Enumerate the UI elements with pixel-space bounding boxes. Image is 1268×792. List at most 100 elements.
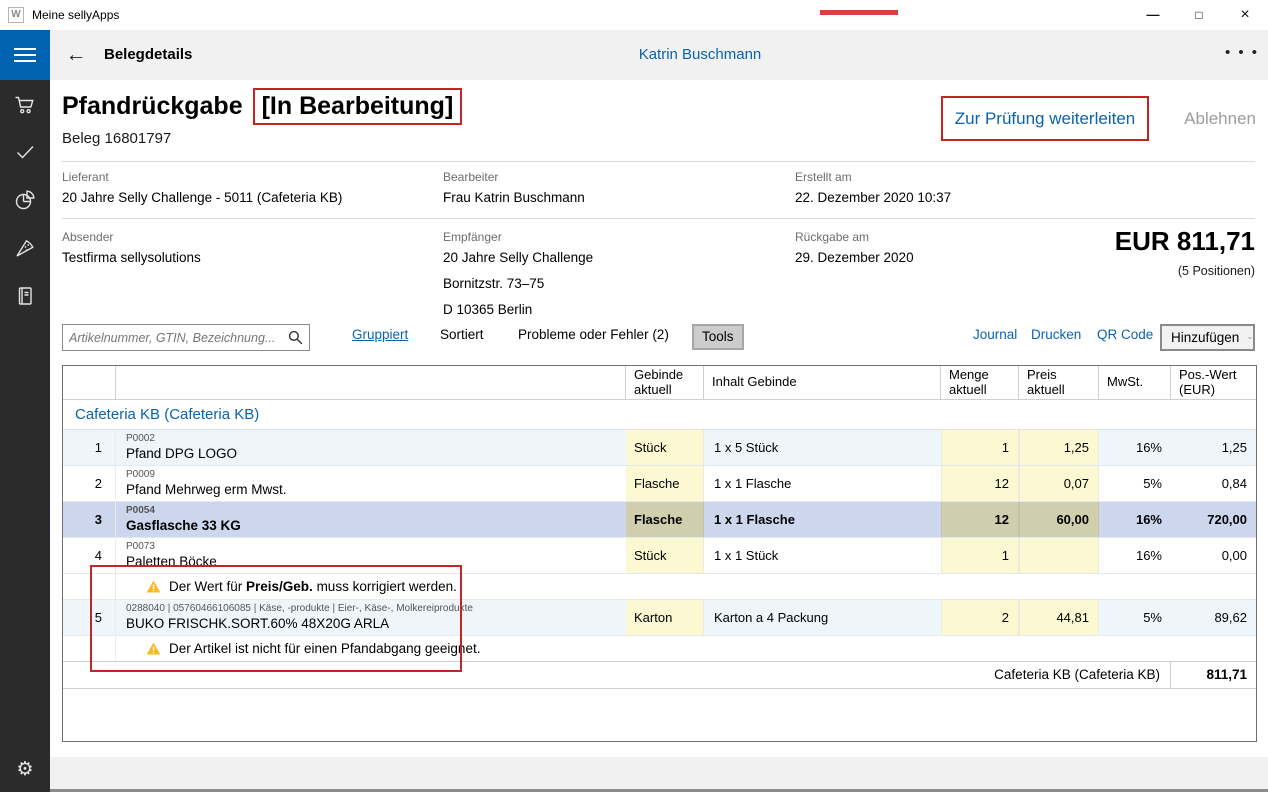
divider [62,161,1255,162]
reject-button[interactable]: Ablehnen [1170,96,1256,141]
book-icon[interactable] [13,284,37,308]
row-number: 4 [63,538,116,573]
article-code: 0288040 | 05760466106085 | Käse, -produk… [126,603,473,615]
page-title: Belegdetails [104,30,192,80]
table-row-selected[interactable]: 3 P0054 Gasflasche 33 KG Flasche 1 x 1 F… [63,502,1256,538]
inhalt-cell: 1 x 1 Stück [704,538,941,573]
mwst-cell: 5% [1099,466,1171,501]
app-window: W Meine sellyApps — □ × ← Belegdetails K… [0,0,1268,792]
header-gebinde[interactable]: Gebinde aktuell [626,366,704,400]
main-content: Pfandrückgabe [In Bearbeitung] Beleg 168… [50,80,1268,757]
gebinde-cell[interactable]: Karton [626,600,704,635]
article-name: Pfand Mehrweg erm Mwst. [126,481,287,498]
more-options-icon[interactable]: • • • [1224,30,1260,80]
minimize-button[interactable]: — [1130,0,1176,30]
search-icon[interactable] [286,328,305,347]
created-label: Erstellt am [795,170,852,184]
gebinde-cell[interactable]: Flasche [626,502,704,537]
tab-sortiert[interactable]: Sortiert [440,327,484,342]
tab-probleme-oder-fehler[interactable]: Probleme oder Fehler (2) [518,327,669,342]
tab-gruppiert[interactable]: Gruppiert [352,327,408,342]
header-rownum [63,366,116,400]
gear-icon[interactable]: ⚙ [0,758,50,780]
article-cell: P0054 Gasflasche 33 KG [116,502,626,537]
pizza-icon[interactable] [13,236,37,260]
user-name-link[interactable]: Katrin Buschmann [590,30,810,80]
mwst-cell: 16% [1099,538,1171,573]
nav-sidebar: ⚙ [0,80,50,792]
table-row[interactable]: 2 P0009 Pfand Mehrweg erm Mwst. Flasche … [63,466,1256,502]
document-title: Pfandrückgabe [62,92,243,121]
check-icon[interactable] [13,140,37,164]
mwst-cell: 16% [1099,430,1171,465]
gebinde-cell[interactable]: Stück [626,538,704,573]
footer-strip [50,757,1268,792]
gebinde-cell[interactable]: Stück [626,430,704,465]
preis-cell[interactable]: 60,00 [1019,502,1099,537]
supplier-value: 20 Jahre Selly Challenge - 5011 (Cafeter… [62,190,342,205]
header-mwst[interactable]: MwSt. [1099,366,1171,400]
article-name: BUKO FRISCHK.SORT.60% 48X20G ARLA [126,615,389,632]
inhalt-cell: 1 x 1 Flasche [704,466,941,501]
header-preis[interactable]: Preis aktuell [1019,366,1099,400]
table-row[interactable]: 1 P0002 Pfand DPG LOGO Stück 1 x 5 Stück… [63,430,1256,466]
forward-for-review-button[interactable]: Zur Prüfung weiterleiten [955,109,1135,129]
wert-cell: 0,84 [1171,466,1256,501]
title-bar: W Meine sellyApps — □ × [0,0,1268,30]
cart-icon[interactable] [13,93,37,117]
editor-label: Bearbeiter [443,170,498,184]
add-dropdown-button[interactable]: Hinzufügen [1160,324,1255,351]
inhalt-cell: Karton a 4 Packung [704,600,941,635]
journal-link[interactable]: Journal [973,327,1017,342]
warning-text: Der Artikel ist nicht für einen Pfandabg… [169,641,480,656]
tools-button[interactable]: Tools [692,324,744,350]
warning-row: Der Artikel ist nicht für einen Pfandabg… [63,636,1256,662]
header-menge[interactable]: Menge aktuell [941,366,1019,400]
document-number: Beleg 16801797 [62,130,171,147]
close-button[interactable]: × [1222,0,1268,30]
wert-cell: 0,00 [1171,538,1256,573]
menge-cell[interactable]: 1 [941,430,1019,465]
menge-cell[interactable]: 12 [941,502,1019,537]
article-code: P0073 [126,541,155,553]
chevron-down-icon [1247,332,1253,344]
app-header: ← Belegdetails Katrin Buschmann • • • [0,30,1268,80]
mwst-cell: 16% [1099,502,1171,537]
preis-cell[interactable]: 1,25 [1019,430,1099,465]
hamburger-menu-icon[interactable] [0,30,50,80]
window-title: Meine sellyApps [32,0,119,30]
wert-cell: 89,62 [1171,600,1256,635]
article-code: P0054 [126,505,155,517]
preis-cell[interactable]: 44,81 [1019,600,1099,635]
sender-value: Testfirma sellysolutions [62,250,201,265]
article-code: P0009 [126,469,155,481]
gebinde-cell[interactable]: Flasche [626,466,704,501]
search-input[interactable] [69,326,279,349]
preis-cell[interactable] [1019,538,1099,573]
print-link[interactable]: Drucken [1031,327,1081,342]
article-cell: P0002 Pfand DPG LOGO [116,430,626,465]
pie-chart-icon[interactable] [13,188,37,212]
menge-cell[interactable]: 2 [941,600,1019,635]
warning-text: Der Wert für Preis/Geb. muss korrigiert … [169,579,457,594]
warning-spacer [63,636,116,661]
group-footer-label: Cafeteria KB (Cafeteria KB) [63,662,1171,688]
row-number: 2 [63,466,116,501]
table-row[interactable]: 5 0288040 | 05760466106085 | Käse, -prod… [63,600,1256,636]
positions-count: (5 Positionen) [955,264,1255,278]
editor-value: Frau Katrin Buschmann [443,190,585,205]
menge-cell[interactable]: 1 [941,538,1019,573]
header-wert[interactable]: Pos.-Wert (EUR) [1171,366,1256,400]
warning-spacer [63,574,116,599]
header-inhalt[interactable]: Inhalt Gebinde [704,366,941,400]
menge-cell[interactable]: 12 [941,466,1019,501]
article-name: Paletten Böcke [126,553,217,570]
back-arrow-icon[interactable]: ← [62,40,90,70]
article-cell: P0073 Paletten Böcke [116,538,626,573]
table-row[interactable]: 4 P0073 Paletten Böcke Stück 1 x 1 Stück… [63,538,1256,574]
mwst-cell: 5% [1099,600,1171,635]
maximize-button[interactable]: □ [1176,0,1222,30]
table-header-row: Gebinde aktuell Inhalt Gebinde Menge akt… [63,366,1256,400]
qr-code-link[interactable]: QR Code [1097,327,1153,342]
preis-cell[interactable]: 0,07 [1019,466,1099,501]
